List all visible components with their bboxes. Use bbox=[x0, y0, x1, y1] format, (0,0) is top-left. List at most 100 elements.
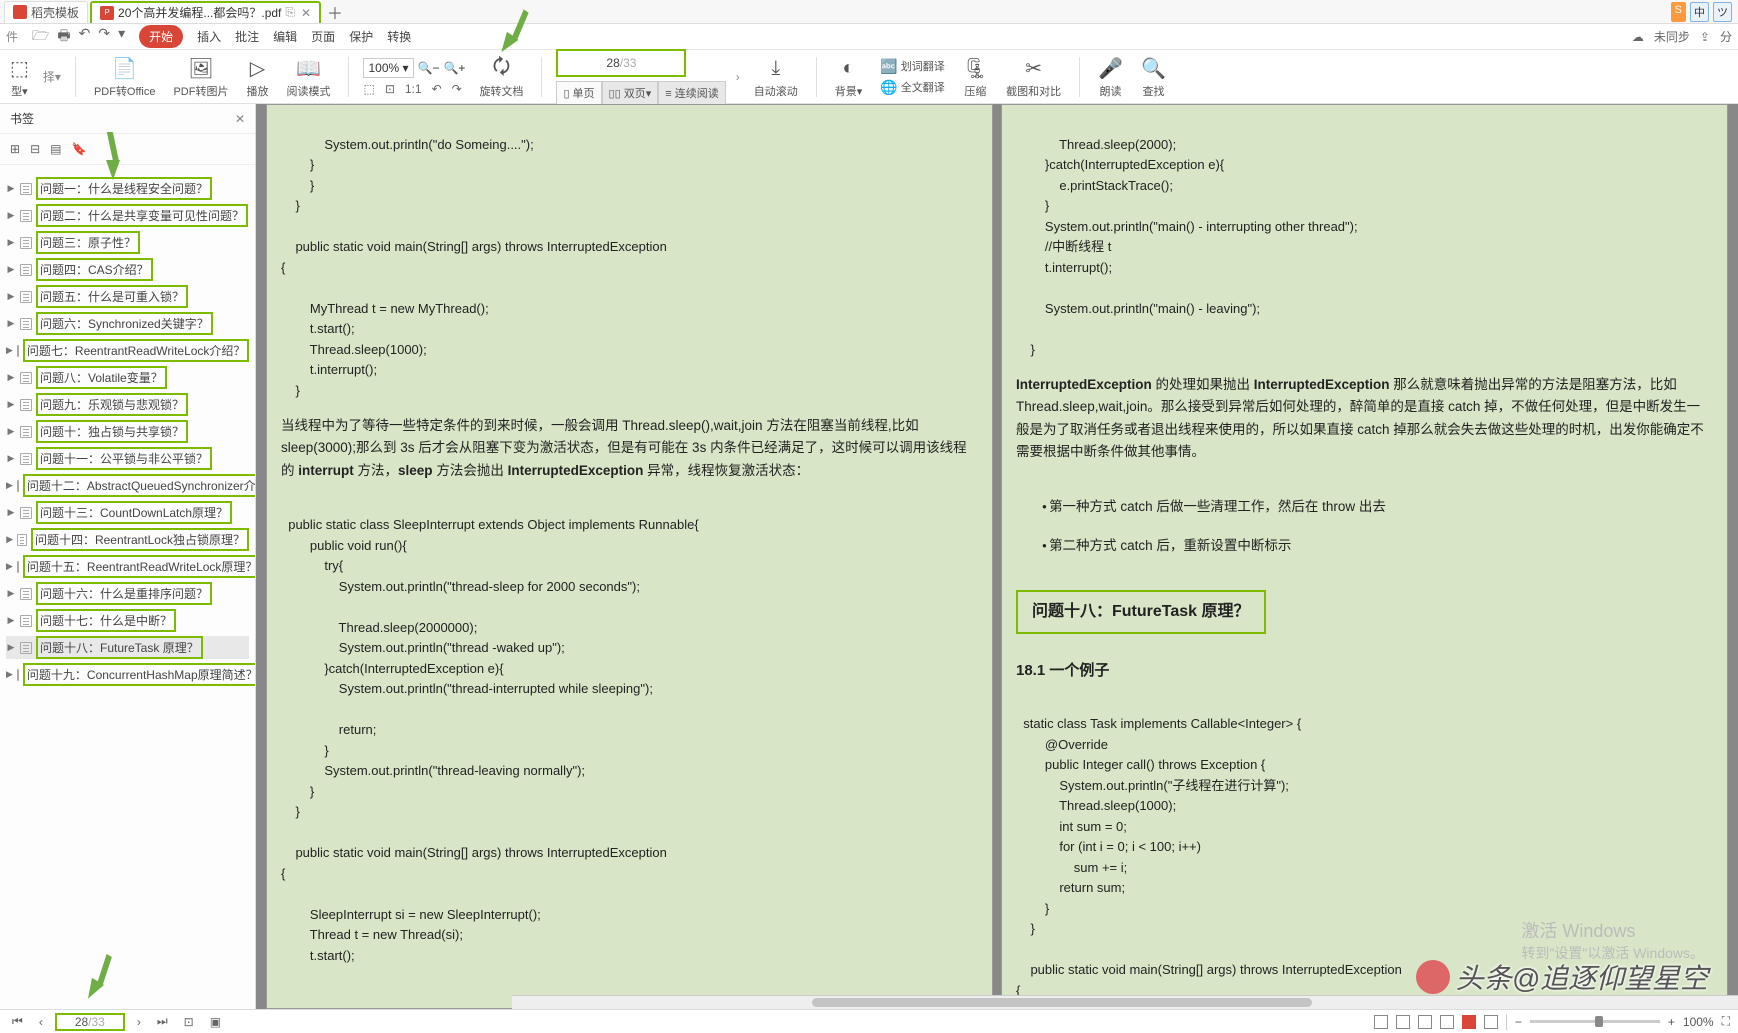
cloud-icon[interactable]: ☁ bbox=[1632, 30, 1644, 44]
menu-start[interactable]: 开始 bbox=[139, 25, 183, 48]
bookmark-item[interactable]: ▶问题二：什么是共享变量可见性问题？ bbox=[6, 204, 249, 227]
fit-width-icon[interactable]: ⬚ bbox=[363, 82, 374, 96]
view-mode-2[interactable] bbox=[1396, 1015, 1410, 1029]
rotate-left-icon[interactable]: ↶ bbox=[432, 82, 442, 96]
next-page-button[interactable]: › bbox=[133, 1015, 145, 1029]
prev-page-button[interactable]: ‹ bbox=[35, 1015, 47, 1029]
scrollbar-thumb[interactable] bbox=[812, 998, 1312, 1007]
share-icon[interactable]: ⇪ bbox=[1700, 30, 1710, 44]
add-bookmark-icon[interactable]: ⊞ bbox=[10, 142, 20, 156]
view-mode-3[interactable] bbox=[1418, 1015, 1432, 1029]
bookmark-item[interactable]: ▶问题十二：AbstractQueuedSynchronizer介绍？ bbox=[6, 474, 249, 497]
actual-size-icon[interactable]: 1:1 bbox=[405, 82, 422, 96]
full-translate-button[interactable]: 🌐全文翻译 bbox=[876, 77, 948, 98]
bookmark-item[interactable]: ▶问题十九：ConcurrentHashMap原理简述？ bbox=[6, 663, 249, 686]
screenshot-button[interactable]: ✂截图和对比 bbox=[1002, 55, 1065, 99]
fit-page-icon[interactable]: ⊡ bbox=[385, 82, 395, 96]
bookmark-item[interactable]: ▶问题十四：ReentrantLock独占锁原理？ bbox=[6, 528, 249, 551]
new-tab-button[interactable]: ＋ bbox=[323, 0, 347, 24]
rotate-doc-button[interactable]: 🗘旋转文档 bbox=[475, 55, 527, 99]
remove-bookmark-icon[interactable]: ⊟ bbox=[30, 142, 40, 156]
last-page-button[interactable]: ⏭ bbox=[153, 1014, 172, 1029]
read-aloud-button[interactable]: 🎤朗读 bbox=[1094, 55, 1127, 99]
view-mode-5[interactable] bbox=[1462, 1015, 1476, 1029]
ime-mode[interactable]: ツ bbox=[1713, 2, 1732, 22]
bookmark-item[interactable]: ▶问题一：什么是线程安全问题？ bbox=[6, 177, 249, 200]
fullscreen-icon[interactable]: ⛶ bbox=[1722, 1014, 1730, 1029]
menu-protect[interactable]: 保护 bbox=[349, 28, 373, 45]
chevron-right-icon: ▶ bbox=[6, 183, 16, 194]
double-page-toggle[interactable]: ▯▯ 双页▾ bbox=[602, 81, 659, 105]
page-icon bbox=[20, 615, 32, 627]
zoom-slider[interactable] bbox=[1530, 1020, 1660, 1023]
zoom-in-button[interactable]: + bbox=[1668, 1015, 1675, 1029]
undo-icon[interactable]: ↶ bbox=[79, 25, 91, 49]
menu-comment[interactable]: 批注 bbox=[235, 28, 259, 45]
dropdown-icon[interactable]: ▾ bbox=[118, 25, 125, 49]
rotate-right-icon[interactable]: ↷ bbox=[452, 82, 462, 96]
page-number-input[interactable]: 28/33 bbox=[556, 49, 686, 77]
close-icon[interactable]: ✕ bbox=[301, 6, 311, 20]
sync-status[interactable]: 未同步 bbox=[1654, 28, 1690, 45]
zoom-out-icon[interactable]: 🔍− bbox=[418, 61, 440, 75]
redo-icon[interactable]: ↷ bbox=[98, 25, 110, 49]
zoom-label[interactable]: 100% bbox=[1683, 1015, 1714, 1029]
word-translate-button[interactable]: 🔤划词翻译 bbox=[876, 56, 948, 77]
bookmark-item[interactable]: ▶问题十五：ReentrantReadWriteLock原理？ bbox=[6, 555, 249, 578]
menu-edit[interactable]: 编辑 bbox=[273, 28, 297, 45]
expand-all-icon[interactable]: ▤ bbox=[50, 142, 61, 156]
chevron-right-icon: ▶ bbox=[6, 642, 16, 653]
tab-template[interactable]: 稻壳模板 bbox=[4, 1, 88, 23]
background-button[interactable]: ◐背景▾ bbox=[831, 55, 867, 99]
find-button[interactable]: 🔍查找 bbox=[1137, 55, 1170, 99]
page-viewport[interactable]: System.out.println("do Someing...."); } … bbox=[256, 104, 1738, 1009]
bookmark-item[interactable]: ▶问题十：独占锁与共享锁？ bbox=[6, 420, 249, 443]
pdf-to-office-button[interactable]: 📄PDF转Office bbox=[90, 55, 160, 99]
bookmark-item[interactable]: ▶问题十三：CountDownLatch原理？ bbox=[6, 501, 249, 524]
selection-tool[interactable]: ⬚型▾ bbox=[6, 55, 33, 99]
status-page-input[interactable]: 28/33 bbox=[55, 1013, 125, 1031]
bookmark-item[interactable]: ▶问题六：Synchronized关键字？ bbox=[6, 312, 249, 335]
page-nav-next[interactable]: › bbox=[736, 70, 740, 84]
bookmark-item[interactable]: ▶问题五：什么是可重入锁？ bbox=[6, 285, 249, 308]
bookmark-item[interactable]: ▶问题十七：什么是中断？ bbox=[6, 609, 249, 632]
bookmark-flag-icon[interactable]: 🔖 bbox=[71, 142, 86, 156]
continuous-toggle[interactable]: ≡ 连续阅读 bbox=[658, 81, 725, 105]
menu-convert[interactable]: 转换 bbox=[387, 28, 411, 45]
menu-insert[interactable]: 插入 bbox=[197, 28, 221, 45]
bookmark-item[interactable]: ▶问题三：原子性？ bbox=[6, 231, 249, 254]
jump-icon2[interactable]: ▣ bbox=[206, 1015, 225, 1029]
view-mode-1[interactable] bbox=[1374, 1015, 1388, 1029]
bookmark-item[interactable]: ▶问题十八：FutureTask 原理？ bbox=[6, 636, 249, 659]
zoom-out-button[interactable]: − bbox=[1515, 1015, 1522, 1029]
close-icon[interactable]: ✕ bbox=[235, 112, 245, 126]
jump-icon[interactable]: ⊡ bbox=[180, 1015, 198, 1029]
pdf-to-image-button[interactable]: 🖼PDF转图片 bbox=[169, 55, 232, 99]
single-page-toggle[interactable]: ▯ 单页 bbox=[556, 81, 601, 105]
bookmark-item[interactable]: ▶问题十一：公平锁与非公平锁？ bbox=[6, 447, 249, 470]
view-mode-6[interactable] bbox=[1484, 1015, 1498, 1029]
menu-page[interactable]: 页面 bbox=[311, 28, 335, 45]
print-icon[interactable]: 🖶 bbox=[57, 25, 70, 49]
tab-active-pdf[interactable]: P20个高并发编程...都会吗？.pdf⎘✕ bbox=[90, 1, 321, 23]
view-mode-4[interactable] bbox=[1440, 1015, 1454, 1029]
tool-caret[interactable]: 择▾ bbox=[43, 68, 61, 85]
horizontal-scrollbar[interactable] bbox=[512, 995, 1738, 1009]
auto-scroll-button[interactable]: ⤓自动滚动 bbox=[750, 55, 802, 99]
first-page-button[interactable]: ⏮ bbox=[8, 1014, 27, 1029]
compress-button[interactable]: 🗜压缩 bbox=[959, 55, 992, 99]
bookmark-item[interactable]: ▶问题八：Volatile变量？ bbox=[6, 366, 249, 389]
bookmark-item[interactable]: ▶问题十六：什么是重排序问题？ bbox=[6, 582, 249, 605]
ime-s[interactable]: S bbox=[1671, 2, 1686, 22]
chevron-right-icon: ▶ bbox=[6, 426, 16, 437]
bookmark-item[interactable]: ▶问题九：乐观锁与悲观锁？ bbox=[6, 393, 249, 416]
menu-file[interactable]: 件 bbox=[6, 28, 18, 45]
read-mode-button[interactable]: 📖阅读模式 bbox=[282, 55, 334, 99]
ime-lang[interactable]: 中 bbox=[1690, 2, 1709, 22]
zoom-select[interactable]: 100% ▾ bbox=[363, 58, 413, 78]
bookmark-item[interactable]: ▶问题四：CAS介绍？ bbox=[6, 258, 249, 281]
open-icon[interactable]: 🗁 bbox=[32, 25, 49, 49]
bookmark-item[interactable]: ▶问题七：ReentrantReadWriteLock介绍？ bbox=[6, 339, 249, 362]
zoom-in-icon[interactable]: 🔍+ bbox=[443, 61, 465, 75]
play-button[interactable]: ▷播放 bbox=[242, 55, 272, 99]
